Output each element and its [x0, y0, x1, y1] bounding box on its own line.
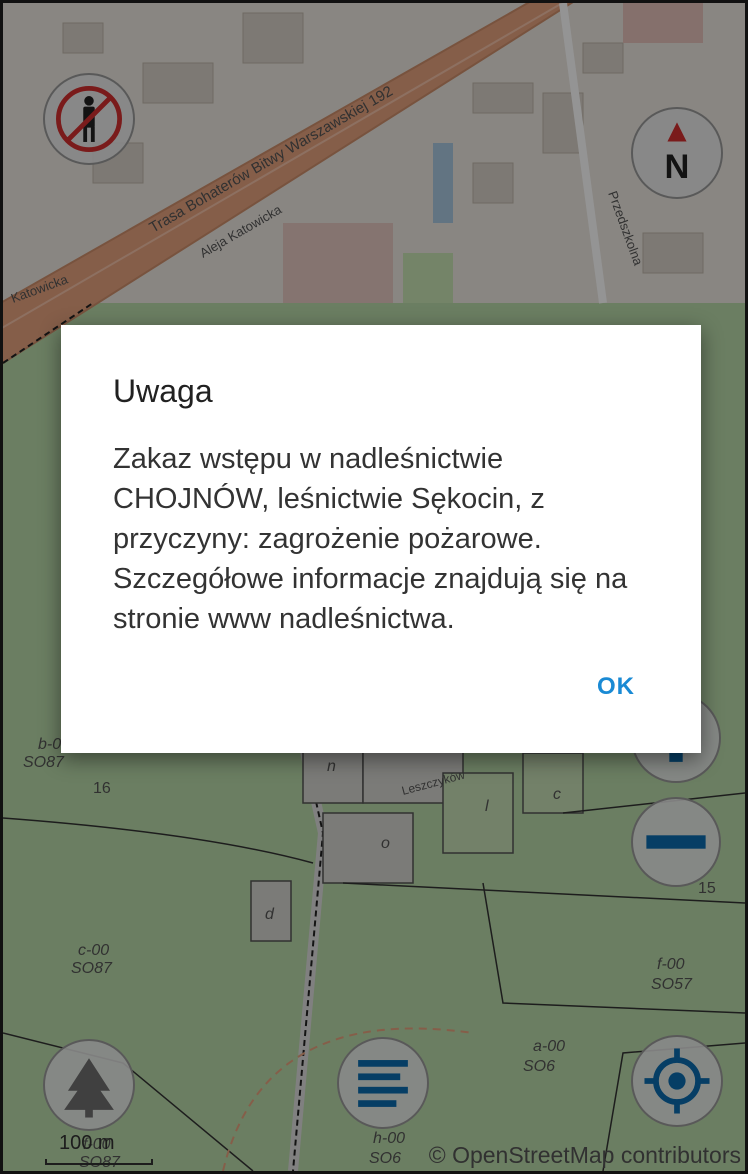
- ok-button[interactable]: OK: [597, 673, 635, 701]
- dialog-title: Uwaga: [113, 373, 213, 409]
- app-screen: Trasa Bohaterów Bitwy Warszawskiej 192 A…: [0, 0, 748, 1174]
- dialog-message: Zakaz wstępu w nadleśnictwie CHOJNÓW, le…: [113, 443, 628, 635]
- alert-dialog: Uwaga Zakaz wstępu w nadleśnictwie CHOJN…: [61, 325, 701, 753]
